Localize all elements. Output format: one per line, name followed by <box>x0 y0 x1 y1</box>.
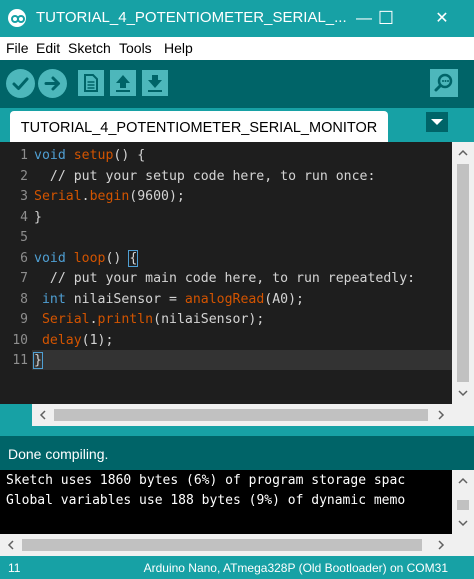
console-line: Global variables use 188 bytes (9%) of d… <box>6 493 406 508</box>
scroll-thumb[interactable] <box>457 164 469 382</box>
code-line: } <box>33 352 43 369</box>
current-line-highlight <box>32 350 452 370</box>
line-number: 3 <box>20 189 28 204</box>
verify-icon <box>12 77 29 90</box>
save-icon <box>148 75 162 92</box>
menu-bar: File Edit Sketch Tools Help <box>0 37 474 60</box>
code-line: delay(1); <box>41 332 114 348</box>
menu-tools[interactable]: Tools <box>119 40 152 56</box>
editor-vertical-scrollbar[interactable] <box>452 142 474 404</box>
status-message: Done compiling. <box>8 446 109 462</box>
code-line: void setup() { <box>34 148 146 163</box>
code-editor[interactable]: 1 2 3 4 5 6 7 8 9 10 11 void setup() { /… <box>0 142 474 404</box>
chevron-up-icon[interactable] <box>452 470 474 492</box>
console-horizontal-scrollbar[interactable] <box>0 534 452 556</box>
menu-file[interactable]: File <box>6 40 29 56</box>
line-number: 2 <box>20 168 28 184</box>
line-number: 1 <box>20 148 28 163</box>
console-vertical-scrollbar[interactable] <box>452 470 474 534</box>
tab-bar: TUTORIAL_4_POTENTIOMETER_SERIAL_MONITOR <box>0 108 474 142</box>
line-number: 5 <box>20 230 28 245</box>
line-number: 7 <box>20 271 28 286</box>
line-number: 9 <box>20 312 28 327</box>
code-line: } <box>34 209 42 225</box>
code-text-area[interactable]: void setup() { // put your setup code he… <box>32 142 452 404</box>
save-button[interactable] <box>142 70 168 96</box>
scroll-thumb[interactable] <box>457 500 469 510</box>
menu-help[interactable]: Help <box>164 40 193 56</box>
code-line: // put your setup code here, to run once… <box>34 168 376 184</box>
open-icon <box>116 75 130 92</box>
tab-sketch[interactable]: TUTORIAL_4_POTENTIOMETER_SERIAL_MONITOR <box>10 111 388 142</box>
new-icon <box>84 74 98 92</box>
scroll-left-pad <box>0 404 32 426</box>
menu-sketch[interactable]: Sketch <box>68 40 111 56</box>
code-line: int nilaiSensor = analogRead(A0); <box>41 291 304 307</box>
chevron-down-icon[interactable] <box>452 512 474 534</box>
scroll-thumb[interactable] <box>54 409 428 421</box>
line-indicator: 11 <box>8 561 21 575</box>
toolbar <box>0 60 474 108</box>
code-line: // put your main code here, to run repea… <box>34 271 416 286</box>
open-button[interactable] <box>110 70 136 96</box>
scroll-corner <box>452 404 474 426</box>
chevron-left-icon[interactable] <box>0 534 22 556</box>
editor-horizontal-scrollbar[interactable] <box>32 404 452 426</box>
line-number: 4 <box>20 209 28 225</box>
console-line: Sketch uses 1860 bytes (6%) of program s… <box>6 473 406 488</box>
chevron-up-icon[interactable] <box>452 142 474 164</box>
scroll-corner <box>452 534 474 556</box>
code-line: Serial.begin(9600); <box>34 189 185 204</box>
line-number: 11 <box>12 353 28 368</box>
board-info: Arduino Nano, ATmega328P (Old Bootloader… <box>143 561 448 575</box>
close-button[interactable]: ✕ <box>420 0 464 37</box>
title-bar: TUTORIAL_4_POTENTIOMETER_SERIAL_... — ☐ … <box>0 0 474 37</box>
window-title: TUTORIAL_4_POTENTIOMETER_SERIAL_... <box>36 9 347 26</box>
chevron-down-icon[interactable] <box>452 382 474 404</box>
chevron-right-icon[interactable] <box>430 534 452 556</box>
status-bar: Done compiling. <box>0 436 474 470</box>
chevron-left-icon[interactable] <box>32 404 54 426</box>
code-line: Serial.println(nilaiSensor); <box>41 312 265 327</box>
new-button[interactable] <box>78 70 104 96</box>
line-number: 10 <box>12 332 28 348</box>
ide-window: TUTORIAL_4_POTENTIOMETER_SERIAL_... — ☐ … <box>0 0 474 579</box>
tab-menu-button[interactable] <box>426 112 448 132</box>
code-line: void loop() { <box>34 249 139 267</box>
line-number-gutter: 1 2 3 4 5 6 7 8 9 10 11 <box>0 142 32 404</box>
line-number: 8 <box>20 291 28 307</box>
console-output[interactable]: Sketch uses 1860 bytes (6%) of program s… <box>0 470 474 556</box>
verify-button[interactable] <box>6 69 35 98</box>
chevron-right-icon[interactable] <box>430 404 452 426</box>
upload-button[interactable] <box>38 69 67 98</box>
bottom-status-bar: 11 Arduino Nano, ATmega328P (Old Bootloa… <box>0 556 474 579</box>
upload-icon <box>44 76 60 91</box>
line-number: 6 <box>20 250 28 266</box>
scroll-thumb[interactable] <box>22 539 422 551</box>
maximize-button[interactable]: ☐ <box>364 0 408 37</box>
menu-edit[interactable]: Edit <box>36 40 60 56</box>
arduino-logo-icon <box>8 9 26 27</box>
serial-monitor-icon <box>434 73 453 92</box>
pane-divider[interactable] <box>0 426 474 436</box>
chevron-down-icon <box>431 119 443 125</box>
serial-monitor-button[interactable] <box>430 69 458 97</box>
